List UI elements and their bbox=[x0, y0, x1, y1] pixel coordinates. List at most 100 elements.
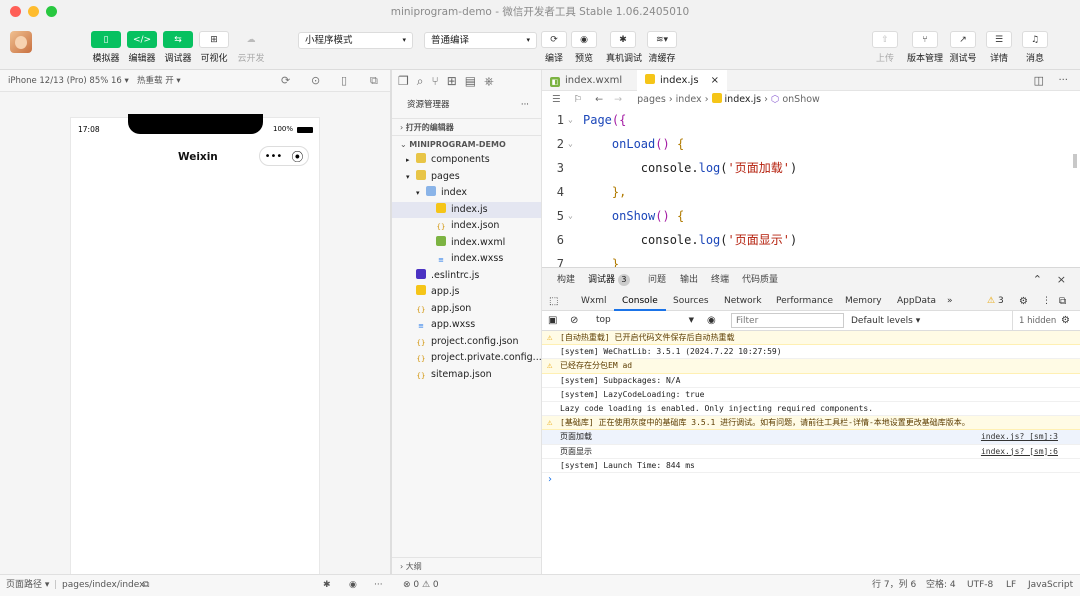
tab-memory[interactable]: Memory bbox=[845, 292, 882, 311]
tree-item[interactable]: ≡ app.wxss bbox=[392, 317, 541, 334]
tree-item[interactable]: app.js bbox=[392, 284, 541, 301]
context-select[interactable]: top ▼ bbox=[592, 313, 698, 328]
fold-icon[interactable]: ⌄ bbox=[568, 132, 573, 156]
open-editors-section[interactable]: › 打开的编辑器 bbox=[392, 118, 541, 135]
gear-icon[interactable]: ⚙ bbox=[1019, 292, 1028, 311]
tab-build[interactable]: 构建 bbox=[557, 268, 575, 292]
compile-select[interactable]: 普通编译 ▾ bbox=[424, 32, 537, 49]
close-mini-icon[interactable]: ⦿ bbox=[291, 148, 303, 165]
tab-performance[interactable]: Performance bbox=[776, 292, 833, 311]
tab-network[interactable]: Network bbox=[724, 292, 762, 311]
project-section[interactable]: ⌄ MINIPROGRAM-DEMO bbox=[392, 135, 541, 152]
sidebar-icon[interactable]: ▣ bbox=[548, 311, 557, 331]
details-button[interactable]: ☰ 详情 bbox=[982, 31, 1016, 64]
git-icon[interactable]: ⑂ bbox=[432, 74, 439, 88]
remote-debug-button[interactable]: ✱ 真机调试 bbox=[606, 31, 642, 64]
tab-console[interactable]: Console bbox=[614, 292, 666, 311]
log-levels-select[interactable]: Default levels ▾ bbox=[851, 311, 920, 331]
inspect-icon[interactable]: ⬚ bbox=[549, 292, 558, 311]
mode-select[interactable]: 小程序模式 ▾ bbox=[298, 32, 413, 49]
tab-index-wxml[interactable]: ◧ index.wxml bbox=[542, 70, 637, 91]
indent-setting[interactable]: 空格: 4 bbox=[926, 575, 956, 596]
user-avatar[interactable] bbox=[10, 31, 32, 53]
eye-icon[interactable]: ◉ bbox=[707, 311, 716, 331]
close-icon[interactable]: × bbox=[711, 70, 719, 91]
cloud-button[interactable]: ☁ 云开发 bbox=[234, 31, 268, 65]
close-window-button[interactable] bbox=[10, 6, 21, 17]
tree-item[interactable]: ▾ index bbox=[392, 185, 541, 202]
compile-button[interactable]: ⟳ 编译 bbox=[537, 31, 571, 64]
maximize-window-button[interactable] bbox=[46, 6, 57, 17]
version-button[interactable]: ⑂ 版本管理 bbox=[907, 31, 943, 64]
fold-icon[interactable]: ⌄ bbox=[568, 109, 573, 132]
log-source-link[interactable]: index.js? [sm]:3 bbox=[981, 430, 1058, 444]
tree-item[interactable]: ▾ pages bbox=[392, 169, 541, 186]
console-prompt[interactable]: › bbox=[542, 473, 1080, 487]
tab-index-js[interactable]: index.js × bbox=[637, 70, 727, 91]
tab-appdata[interactable]: AppData bbox=[897, 292, 936, 311]
minimize-window-button[interactable] bbox=[28, 6, 39, 17]
upload-button[interactable]: ⇧ 上传 bbox=[868, 31, 902, 64]
kebab-icon[interactable]: ⋮ bbox=[1042, 292, 1051, 311]
stop-icon[interactable]: ⊙ bbox=[311, 70, 320, 92]
visual-button[interactable]: ⊞ 可视化 bbox=[197, 31, 231, 64]
tree-item[interactable]: {} project.config.json bbox=[392, 334, 541, 351]
tab-terminal[interactable]: 终端 bbox=[711, 268, 729, 292]
scrollbar[interactable] bbox=[1073, 154, 1077, 168]
language-mode[interactable]: JavaScript bbox=[1028, 575, 1073, 596]
tree-item[interactable]: index.js bbox=[392, 201, 541, 218]
refresh-icon[interactable]: ⟳ bbox=[281, 70, 290, 92]
clear-cache-button[interactable]: ≋▾ 清缓存 bbox=[645, 31, 679, 64]
preview-button[interactable]: ◉ 预览 bbox=[567, 31, 601, 64]
dock-icon[interactable]: ⧉ bbox=[1059, 292, 1066, 311]
search-icon[interactable]: ⌕ bbox=[417, 74, 424, 89]
breadcrumb-item[interactable]: onShow bbox=[782, 94, 819, 105]
tab-debugger[interactable]: 调试器 3 bbox=[588, 268, 630, 292]
tree-item[interactable]: {} sitemap.json bbox=[392, 367, 541, 384]
eye-icon[interactable]: ◉ bbox=[349, 575, 357, 596]
gear-icon[interactable]: ⚙ bbox=[1061, 311, 1070, 331]
fold-icon[interactable]: ⌄ bbox=[568, 204, 573, 228]
list-icon[interactable]: ☰ bbox=[552, 94, 561, 105]
more-icon[interactable]: ··· bbox=[374, 575, 383, 596]
messages-button[interactable]: ♫ 消息 bbox=[1018, 31, 1052, 64]
warning-icon[interactable]: ⚠ bbox=[987, 292, 995, 311]
page-path-select[interactable]: 页面路径 ▾ bbox=[6, 575, 49, 596]
forward-icon[interactable]: → bbox=[614, 94, 622, 105]
menu-capsule[interactable]: ••• ⦿ bbox=[259, 146, 309, 166]
tab-wxml[interactable]: Wxml bbox=[581, 292, 607, 311]
debugger-button[interactable]: ⇆ 调试器 bbox=[161, 31, 195, 64]
problems-count[interactable]: ⊗ 0 ⚠ 0 bbox=[403, 575, 439, 596]
tree-item[interactable]: {} project.private.config... bbox=[392, 350, 541, 367]
cursor-position[interactable]: 行 7，列 6 bbox=[872, 575, 916, 596]
outline-section[interactable]: › 大纲 bbox=[392, 557, 541, 574]
tree-item[interactable]: ≡ index.wxss bbox=[392, 251, 541, 268]
back-icon[interactable]: ← bbox=[595, 94, 603, 105]
chevron-up-icon[interactable]: ⌃ bbox=[1033, 268, 1042, 292]
bookmark-icon[interactable]: ⚐ bbox=[574, 94, 583, 105]
tree-item[interactable]: index.wxml bbox=[392, 235, 541, 252]
tree-item[interactable]: ▸ components bbox=[392, 152, 541, 169]
log-source-link[interactable]: index.js? [sm]:6 bbox=[981, 445, 1058, 459]
breadcrumb-item[interactable]: index bbox=[676, 94, 702, 105]
more-icon[interactable]: ••• bbox=[265, 151, 283, 162]
more-tabs-icon[interactable]: » bbox=[947, 292, 953, 311]
tree-item[interactable]: {} index.json bbox=[392, 218, 541, 235]
breadcrumb-item[interactable]: index.js bbox=[725, 94, 762, 105]
hot-reload-toggle[interactable]: 热重载 开 ▾ bbox=[137, 70, 181, 92]
debug-icon[interactable]: ⎈ bbox=[484, 74, 494, 89]
test-account-button[interactable]: ↗ 测试号 bbox=[946, 31, 980, 64]
extensions-icon[interactable]: ⊞ bbox=[447, 74, 457, 88]
close-icon[interactable]: × bbox=[1057, 268, 1066, 292]
split-editor-icon[interactable]: ◫ bbox=[1034, 70, 1044, 91]
more-icon[interactable]: ··· bbox=[1058, 70, 1068, 91]
simulator-button[interactable]: ▯ 模拟器 bbox=[89, 31, 123, 64]
breadcrumb-item[interactable]: pages bbox=[637, 94, 666, 105]
files-icon[interactable]: ❐ bbox=[398, 74, 409, 88]
tab-problems[interactable]: 问题 bbox=[648, 268, 666, 292]
storage-icon[interactable]: ▤ bbox=[465, 74, 476, 88]
phone-icon[interactable]: ▯ bbox=[341, 70, 347, 92]
encoding[interactable]: UTF-8 bbox=[967, 575, 993, 596]
tab-output[interactable]: 输出 bbox=[680, 268, 698, 292]
tree-item[interactable]: .eslintrc.js bbox=[392, 268, 541, 285]
